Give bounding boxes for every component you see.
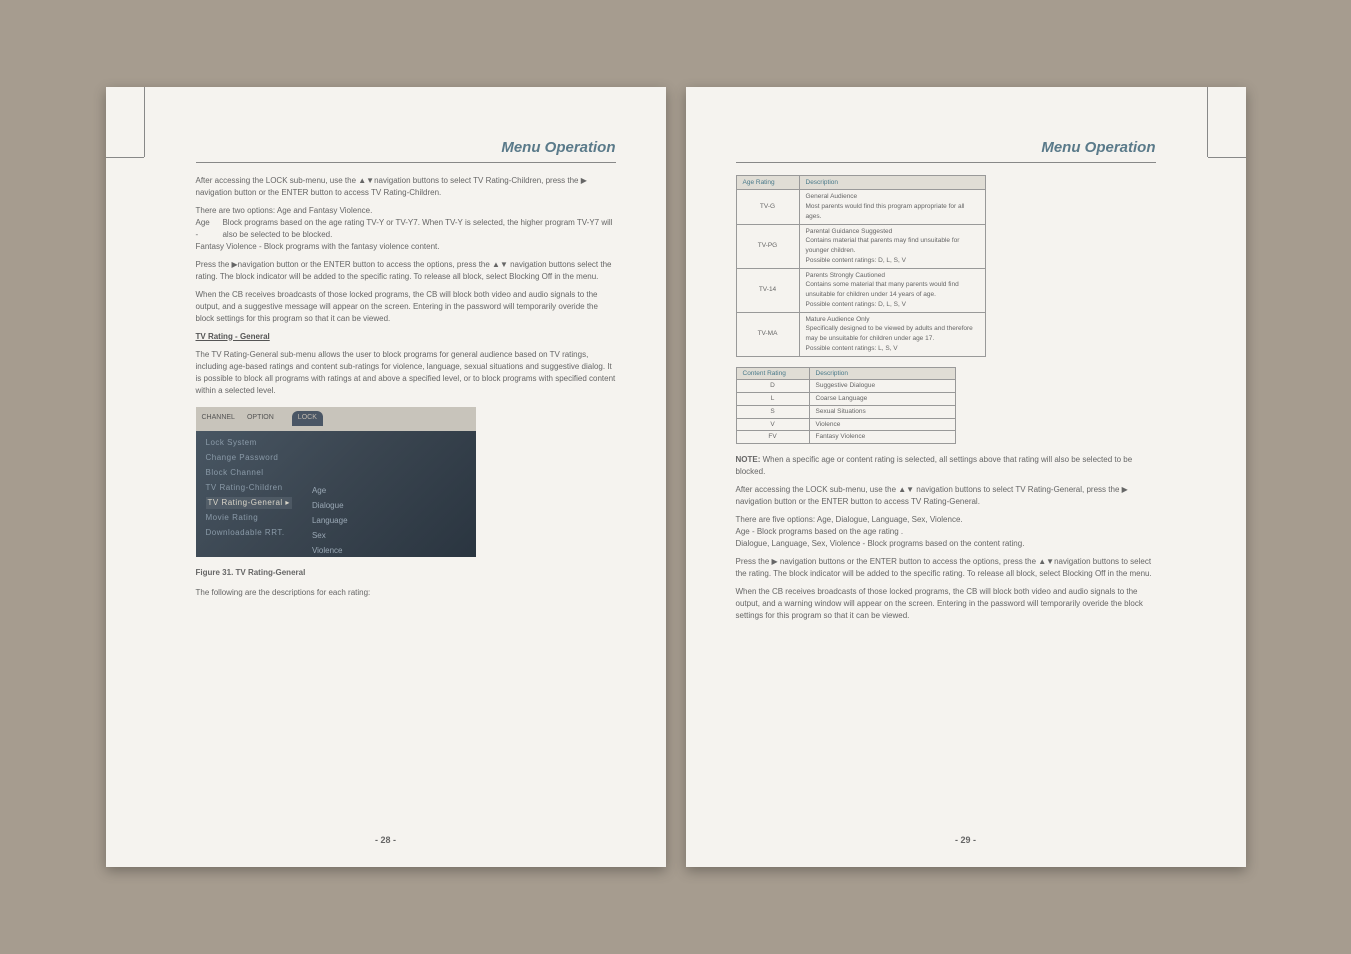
page-title: Menu Operation <box>196 137 616 163</box>
page-number: - 29 - <box>686 834 1246 848</box>
table-header: Description <box>799 175 985 190</box>
content-rating-table: Content Rating Description DSuggestive D… <box>736 367 956 445</box>
submenu-item: Language <box>312 515 348 527</box>
menu-item: Downloadable RRT. <box>206 527 292 539</box>
cell-desc: General Audience Most parents would find… <box>799 190 985 224</box>
table-row: TV-PGParental Guidance Suggested Contain… <box>736 224 985 268</box>
figure-screenshot: CHANNEL OPTION LOCK Lock System Change P… <box>196 407 476 557</box>
tab-option: OPTION <box>241 411 280 426</box>
body-text: After accessing the LOCK sub-menu, use t… <box>196 175 616 199</box>
menu-item: Change Password <box>206 452 292 464</box>
table-header-row: Age Rating Description <box>736 175 985 190</box>
table-row: DSuggestive Dialogue <box>736 380 955 393</box>
body-text: The following are the descriptions for e… <box>196 587 616 599</box>
table-row: FVFantasy Violence <box>736 431 955 444</box>
body-line: Age - Block programs based on the age ra… <box>736 527 904 536</box>
page-right: Menu Operation Age Rating Description TV… <box>686 87 1246 867</box>
page-title: Menu Operation <box>736 137 1156 163</box>
cell: Violence <box>809 418 955 431</box>
cell-rating: TV-G <box>736 190 799 224</box>
menu-item: TV Rating-Children <box>206 482 292 494</box>
corner-decoration <box>106 157 144 158</box>
note-label: NOTE: <box>736 455 761 464</box>
figure-submenu-column: Age Dialogue Language Sex Violence <box>312 485 348 557</box>
body-text: The TV Rating-General sub-menu allows th… <box>196 349 616 397</box>
table-row: TV-MAMature Audience Only Specifically d… <box>736 312 985 356</box>
section-heading: TV Rating - General <box>196 331 616 343</box>
body-text: There are five options: Age, Dialogue, L… <box>736 514 1156 550</box>
cell: Fantasy Violence <box>809 431 955 444</box>
table-row: TV-GGeneral Audience Most parents would … <box>736 190 985 224</box>
note-text: NOTE: When a specific age or content rat… <box>736 454 1156 478</box>
menu-item: Lock System <box>206 437 292 449</box>
tab-lock: LOCK <box>292 411 323 426</box>
body-text: Press the ▶ navigation buttons or the EN… <box>736 556 1156 580</box>
body-text: Block programs based on the age rating T… <box>222 217 615 241</box>
cell-rating: TV-MA <box>736 312 799 356</box>
cell-desc: Parental Guidance Suggested Contains mat… <box>799 224 985 268</box>
cell: S <box>736 405 809 418</box>
submenu-item: Dialogue <box>312 500 348 512</box>
submenu-item: Violence <box>312 545 348 557</box>
cell: Coarse Language <box>809 393 955 406</box>
cell: Sexual Situations <box>809 405 955 418</box>
cell: L <box>736 393 809 406</box>
figure-caption: Figure 31. TV Rating-General <box>196 567 616 579</box>
submenu-item: Sex <box>312 530 348 542</box>
table-header: Content Rating <box>736 367 809 380</box>
menu-item-selected: TV Rating-General ▸ <box>206 497 292 509</box>
body-text: Fantasy Violence - Block programs with t… <box>196 241 616 253</box>
table-header: Description <box>809 367 955 380</box>
table-header-row: Content Rating Description <box>736 367 955 380</box>
body-line: Dialogue, Language, Sex, Violence - Bloc… <box>736 539 1025 548</box>
table-row: TV-14Parents Strongly Cautioned Contains… <box>736 268 985 312</box>
cell-desc: Parents Strongly Cautioned Contains some… <box>799 268 985 312</box>
cell-rating: TV-PG <box>736 224 799 268</box>
cell: D <box>736 380 809 393</box>
body-text: After accessing the LOCK sub-menu, use t… <box>736 484 1156 508</box>
page-number: - 28 - <box>106 834 666 848</box>
figure-menu-column: Lock System Change Password Block Channe… <box>206 437 292 557</box>
body-text: Age - <box>196 217 211 241</box>
age-rating-table: Age Rating Description TV-GGeneral Audie… <box>736 175 986 357</box>
cell-desc: Mature Audience Only Specifically design… <box>799 312 985 356</box>
page-left: Menu Operation After accessing the LOCK … <box>106 87 666 867</box>
tab-channel: CHANNEL <box>196 411 241 426</box>
tab-unknown <box>280 417 292 421</box>
figure-tabs: CHANNEL OPTION LOCK <box>196 407 476 431</box>
body-text: When the CB receives broadcasts of those… <box>196 289 616 325</box>
note-body: When a specific age or content rating is… <box>736 455 1133 476</box>
cell: FV <box>736 431 809 444</box>
page-spread: Menu Operation After accessing the LOCK … <box>106 87 1246 867</box>
table-row: LCoarse Language <box>736 393 955 406</box>
cell: Suggestive Dialogue <box>809 380 955 393</box>
submenu-item: Age <box>312 485 348 497</box>
menu-item: Block Channel <box>206 467 292 479</box>
cell-rating: TV-14 <box>736 268 799 312</box>
corner-decoration <box>1208 157 1246 158</box>
table-header: Age Rating <box>736 175 799 190</box>
body-text: When the CB receives broadcasts of those… <box>736 586 1156 622</box>
body-text: There are two options: Age and Fantasy V… <box>196 205 616 217</box>
body-text: Press the ▶navigation button or the ENTE… <box>196 259 616 283</box>
table-row: SSexual Situations <box>736 405 955 418</box>
menu-item: Movie Rating <box>206 512 292 524</box>
cell: V <box>736 418 809 431</box>
corner-decoration <box>144 87 145 157</box>
corner-decoration <box>1207 87 1208 157</box>
body-line: There are five options: Age, Dialogue, L… <box>736 515 963 524</box>
table-row: VViolence <box>736 418 955 431</box>
